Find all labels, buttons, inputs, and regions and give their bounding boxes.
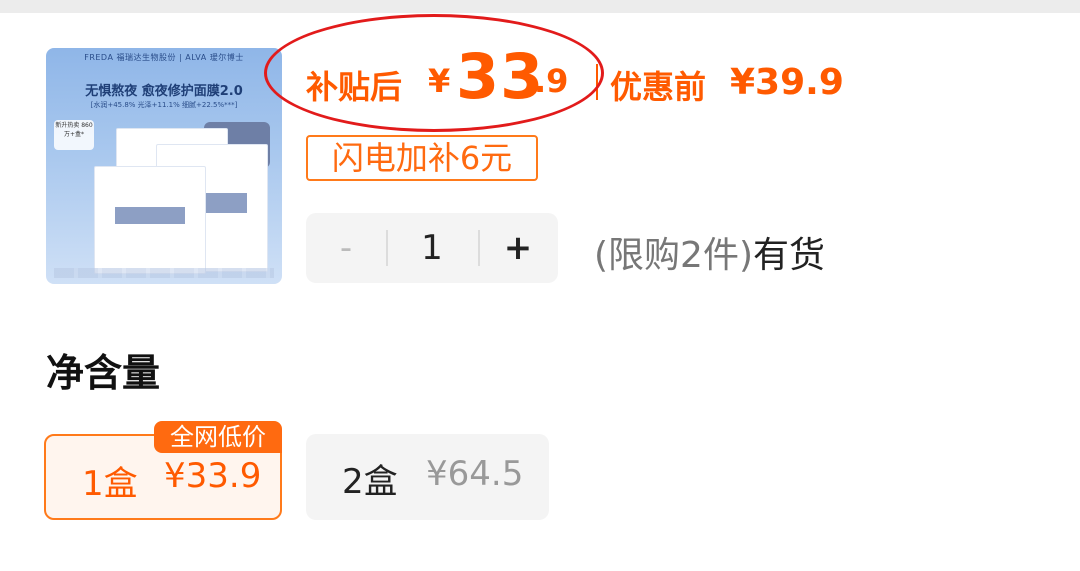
image-sales-badge: 新升热卖 860万+盒* — [54, 120, 94, 150]
option-price: ¥33.9 — [164, 456, 262, 496]
lowest-price-tag: 全网低价 — [154, 421, 282, 453]
in-stock-text: 有货 — [753, 235, 826, 276]
quantity-value[interactable]: 1 — [386, 213, 478, 283]
increase-quantity-button[interactable]: + — [478, 213, 558, 283]
quantity-stepper: - 1 + — [306, 213, 558, 283]
option-name: 1盒 — [82, 464, 138, 504]
decrease-quantity-button[interactable]: - — [306, 213, 386, 283]
annotation-circle — [264, 14, 604, 132]
stock-status: (限购2件)有货 — [594, 226, 825, 278]
purchase-limit-text: (限购2件) — [594, 235, 753, 276]
image-footnote — [54, 268, 274, 278]
image-title-text: 无惧熬夜 愈夜修护面膜2.0 — [85, 84, 243, 99]
original-price-label: 优惠前 — [610, 68, 707, 106]
product-image[interactable]: FREDA 福瑞达生物股份 | ALVA 瑷尔博士 无惧熬夜 愈夜修护面膜2.0… — [46, 48, 282, 284]
net-content-title: 净含量 — [46, 351, 161, 395]
mask-pack-image — [94, 166, 206, 274]
option-2-box[interactable]: 2盒 ¥64.5 — [306, 434, 549, 520]
original-price: ¥39.9 — [730, 62, 844, 103]
image-brand-text: FREDA 福瑞达生物股份 | ALVA 瑷尔博士 — [84, 53, 244, 62]
option-name: 2盒 — [342, 462, 398, 502]
flash-subsidy-tag: 闪电加补6元 — [306, 135, 538, 181]
option-price: ¥64.5 — [426, 454, 524, 494]
top-bar — [0, 0, 1080, 13]
image-subtitle-text: [水润+45.8% 光泽+11.1% 细腻+22.5%***] — [90, 101, 238, 109]
